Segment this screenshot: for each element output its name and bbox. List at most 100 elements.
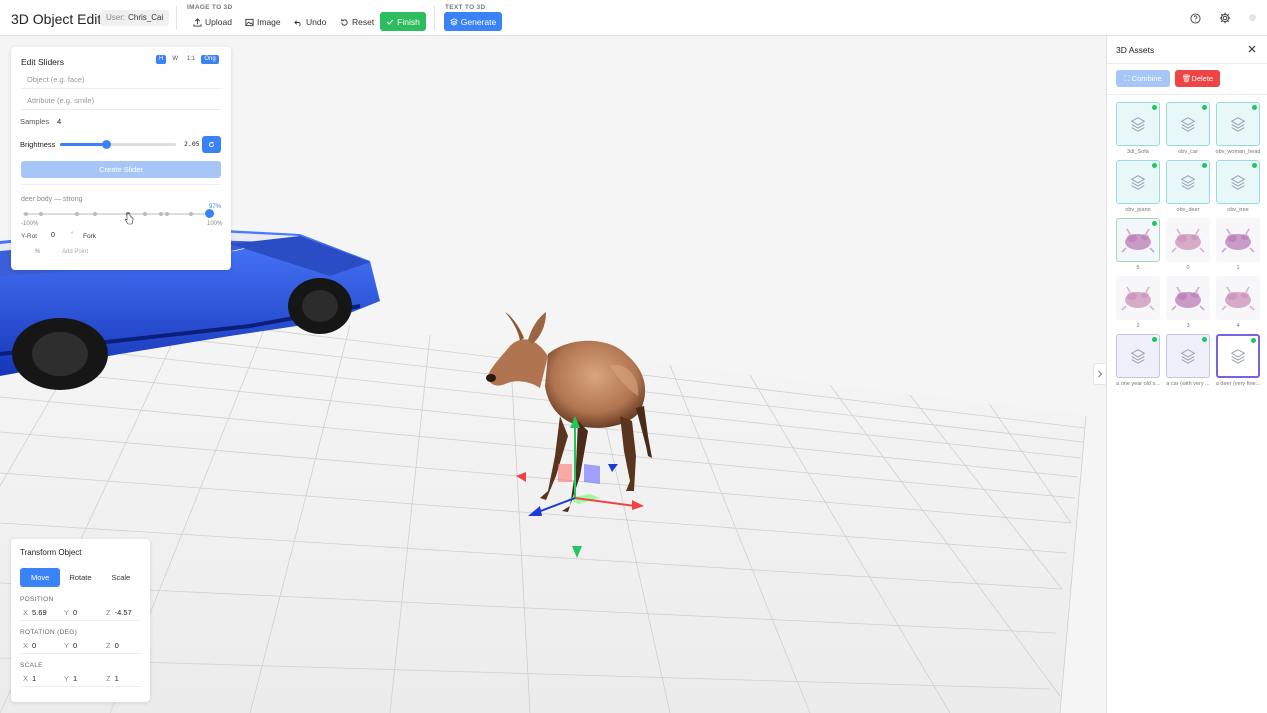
- divider: [20, 653, 141, 654]
- keyframe-dot[interactable]: [159, 212, 163, 216]
- combine-button[interactable]: ⛶ Combine: [1116, 70, 1170, 87]
- keyframe-dot[interactable]: [93, 212, 97, 216]
- reset-button[interactable]: Reset: [338, 14, 376, 30]
- asset-caption: obv_deer: [1176, 207, 1200, 213]
- asset-tile[interactable]: [1116, 334, 1160, 378]
- mode-h-button[interactable]: H: [156, 55, 167, 64]
- position-y-field[interactable]: Y0: [64, 608, 77, 617]
- collapse-panel-button[interactable]: [1093, 363, 1105, 385]
- refresh-icon: [208, 141, 215, 148]
- transform-mode-tabs: Move Rotate Scale: [20, 568, 141, 587]
- asset-tile[interactable]: [1216, 102, 1260, 146]
- axis-z-label: Z: [106, 674, 111, 683]
- asset-tile[interactable]: [1116, 160, 1160, 204]
- top-bar: 3D Object Editor User: Chris_Cai IMAGE TO…: [0, 0, 1267, 36]
- help-icon[interactable]: [1188, 11, 1202, 25]
- asset-caption: 0: [1186, 265, 1190, 271]
- finish-label: Finish: [397, 16, 420, 27]
- scale-z-field[interactable]: Z1: [106, 674, 119, 683]
- rotation-x-field[interactable]: X0: [23, 641, 36, 650]
- position-x-field[interactable]: X 5.69: [23, 608, 47, 617]
- asset-caption: a deer (very fine...: [1215, 381, 1261, 387]
- asset-tile[interactable]: [1216, 218, 1260, 262]
- keyframe-dot[interactable]: [39, 212, 43, 216]
- generate-button[interactable]: Generate: [444, 12, 502, 31]
- object-input[interactable]: Object (e.g. face): [21, 71, 221, 89]
- attribute-input[interactable]: Attribute (e.g. smile): [21, 92, 221, 110]
- asset-tile[interactable]: [1216, 160, 1260, 204]
- undo-button[interactable]: Undo: [292, 14, 328, 30]
- scale-y-field[interactable]: Y1: [64, 674, 77, 683]
- asset-tile[interactable]: [1166, 218, 1210, 262]
- mode-orig-button[interactable]: Orig: [201, 55, 219, 64]
- fork-button[interactable]: Fork: [83, 233, 96, 240]
- keyframe-dot[interactable]: [143, 212, 147, 216]
- rotation-z-field[interactable]: Z0: [106, 641, 119, 650]
- percent-input[interactable]: %: [35, 249, 40, 255]
- asset-tile[interactable]: [1166, 276, 1210, 320]
- keyframe-dot[interactable]: [165, 212, 169, 216]
- aspect-mode-group: H W 1:1 Orig: [156, 55, 219, 64]
- asset-caption: 5: [1136, 265, 1140, 271]
- scale-x-value: 1: [32, 674, 37, 683]
- rotation-y-field[interactable]: Y0: [64, 641, 77, 650]
- status-dot: [1251, 338, 1256, 343]
- samples-input[interactable]: 4: [57, 117, 61, 126]
- yrot-input[interactable]: 0: [51, 232, 55, 239]
- position-z-field[interactable]: Z -4.57: [106, 608, 132, 617]
- upload-button[interactable]: Upload: [191, 14, 234, 30]
- axis-x-label: X: [23, 674, 29, 683]
- position-x-value: 5.69: [32, 608, 47, 617]
- custom-slider-track[interactable]: [23, 213, 215, 215]
- axis-z-label: Z: [106, 608, 111, 617]
- app-title: 3D Object Editor: [11, 11, 114, 27]
- layers-icon: [449, 17, 458, 26]
- scale-z-value: 1: [114, 674, 119, 683]
- panel-title: Transform Object: [20, 548, 82, 557]
- rotation-x-value: 0: [32, 641, 37, 650]
- tab-rotate[interactable]: Rotate: [60, 568, 100, 587]
- asset-tile[interactable]: [1166, 334, 1210, 378]
- add-point-button[interactable]: Add Point: [62, 249, 88, 255]
- asset-tile[interactable]: [1166, 102, 1210, 146]
- tab-move[interactable]: Move: [20, 568, 61, 587]
- reset-label: Reset: [352, 17, 375, 27]
- brightness-slider-handle[interactable]: [102, 140, 112, 149]
- keyframe-dot[interactable]: [24, 212, 28, 216]
- gear-icon[interactable]: [1218, 11, 1232, 25]
- asset-tile[interactable]: [1166, 160, 1210, 204]
- image-button[interactable]: Image: [243, 14, 283, 30]
- tab-scale[interactable]: Scale: [101, 568, 141, 587]
- asset-tile[interactable]: [1116, 102, 1160, 146]
- custom-slider-handle[interactable]: [205, 209, 215, 218]
- panel-title: 3D Assets: [1116, 45, 1155, 55]
- mode-w-button[interactable]: W: [169, 55, 181, 64]
- brightness-label: Brightness: [20, 140, 56, 149]
- divider: [1107, 63, 1267, 64]
- scale-label: SCALE: [20, 662, 43, 669]
- asset-tile[interactable]: [1216, 276, 1260, 320]
- user-name: Chris_Cai: [128, 13, 164, 22]
- transform-object-panel: Transform Object Move Rotate Scale POSIT…: [11, 539, 150, 702]
- status-dot: [1202, 163, 1207, 168]
- create-slider-button[interactable]: Create Slider: [21, 161, 221, 178]
- close-icon[interactable]: [1247, 44, 1257, 54]
- chevron-right-icon: [1097, 370, 1102, 378]
- asset-tile[interactable]: [1116, 218, 1160, 262]
- delete-button[interactable]: 🗑Delete: [1175, 70, 1220, 87]
- asset-thumbnail: [1116, 276, 1160, 320]
- toolbar-divider: [176, 6, 177, 30]
- finish-button[interactable]: Finish: [380, 12, 426, 31]
- toolbar-divider: [434, 6, 435, 30]
- asset-tile[interactable]: [1216, 334, 1260, 378]
- keyframe-dot[interactable]: [189, 212, 193, 216]
- status-dot: [1202, 105, 1207, 110]
- scale-x-field[interactable]: X1: [23, 674, 36, 683]
- scale-y-value: 1: [73, 674, 78, 683]
- asset-thumbnail: [1166, 218, 1210, 262]
- mode-1-1-button[interactable]: 1:1: [184, 55, 198, 64]
- asset-tile[interactable]: [1116, 276, 1160, 320]
- keyframe-dot[interactable]: [75, 212, 79, 216]
- brightness-reset-button[interactable]: [202, 136, 221, 153]
- image-to-3d-label: IMAGE TO 3D: [187, 4, 233, 11]
